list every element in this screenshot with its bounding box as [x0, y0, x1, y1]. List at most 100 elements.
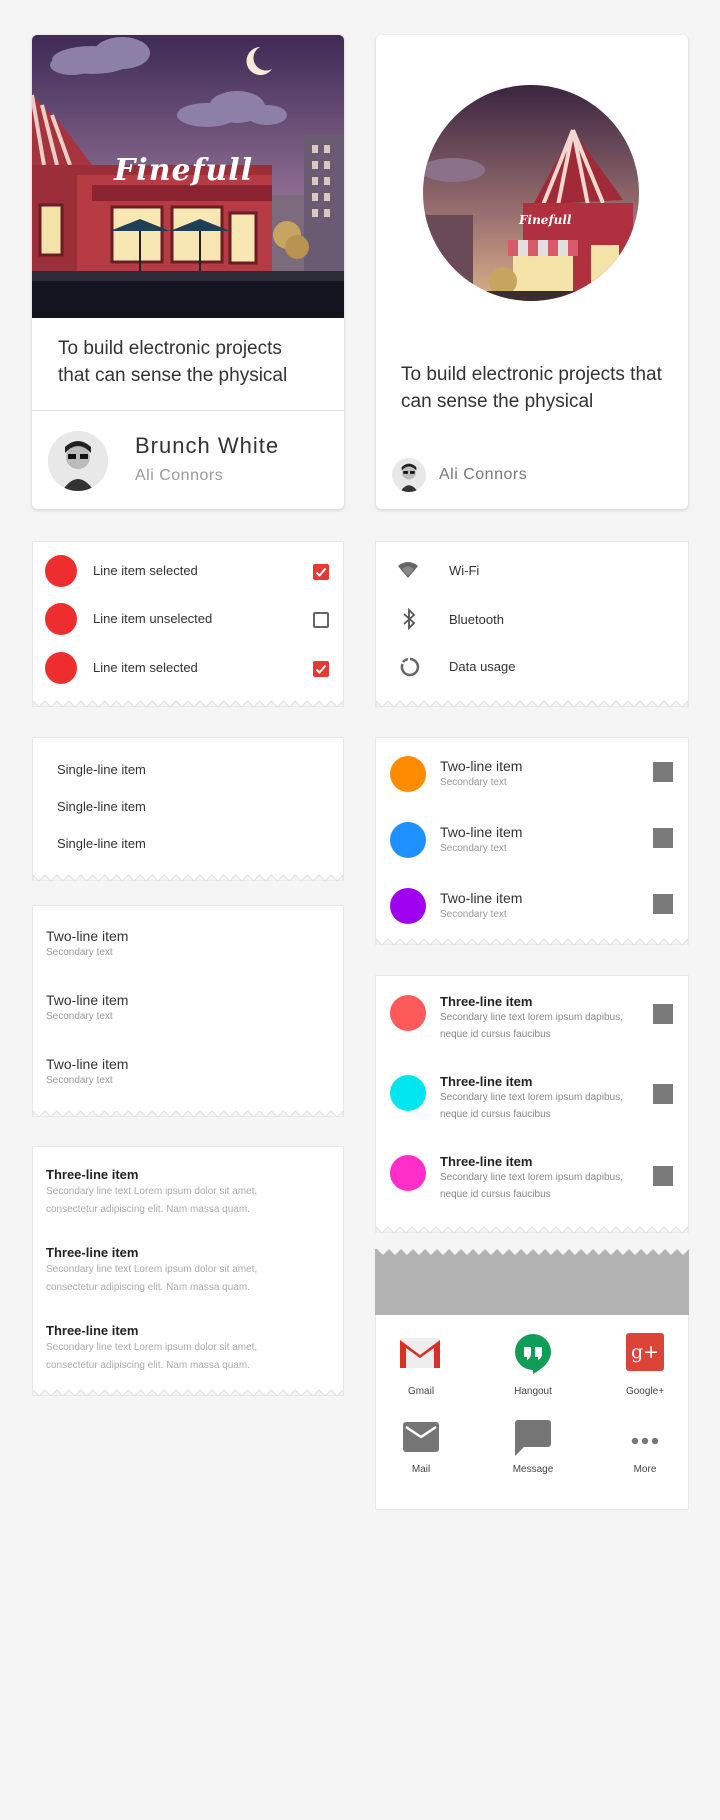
mail-icon [403, 1422, 439, 1457]
list-item[interactable]: Two-line item Secondary text [376, 748, 690, 808]
share-option-more[interactable]: More [600, 1420, 690, 1490]
card-subtitle: Ali Connors [439, 466, 528, 483]
list-item[interactable]: Single-line item [57, 836, 146, 851]
two-line-list: Two-line item Secondary text Two-line it… [32, 905, 344, 1117]
avatar[interactable] [48, 431, 108, 491]
checkbox-checked[interactable] [313, 661, 329, 677]
restaurant-sign: Finefull [114, 153, 254, 188]
avatar-dot [45, 555, 77, 587]
zigzag-edge [33, 871, 343, 881]
list-item-secondary: Secondary text [440, 843, 507, 854]
list-item-secondary: Secondary line text lorem ipsum dapibus, [440, 1012, 623, 1023]
list-item-primary: Two-line item [440, 758, 523, 774]
settings-list: Wi-Fi Bluetooth Data usage [375, 541, 689, 707]
list-item[interactable]: Three-line item Secondary line text Lore… [33, 1245, 345, 1315]
list-item-primary: Three-line item [440, 1154, 533, 1169]
message-icon [515, 1420, 551, 1461]
trailing-square[interactable] [653, 828, 673, 848]
share-option-label: Google+ [625, 1386, 665, 1397]
trailing-square[interactable] [653, 1084, 673, 1104]
list-item-label: Wi-Fi [449, 563, 480, 578]
trailing-square[interactable] [653, 1166, 673, 1186]
list-item-primary: Two-line item [46, 1056, 129, 1072]
avatar-dot [390, 1155, 426, 1191]
list-item-primary: Two-line item [46, 992, 129, 1008]
checkbox-checked[interactable] [313, 564, 329, 580]
restaurant-sign: Finefull [519, 213, 572, 227]
list-item[interactable]: Two-line item Secondary text [376, 814, 690, 874]
list-item[interactable]: Three-line item Secondary line text lore… [376, 1154, 690, 1226]
list-item-secondary: Secondary line text Lorem ipsum dolor si… [46, 1264, 258, 1275]
list-item-wifi[interactable]: Wi-Fi [376, 550, 690, 590]
trailing-square[interactable] [653, 894, 673, 914]
share-sheet-scrim [375, 1245, 689, 1315]
checkbox-unchecked[interactable] [313, 612, 329, 628]
list-item-secondary: Secondary text [46, 947, 113, 958]
gmail-icon [399, 1335, 441, 1374]
list-item[interactable]: Single-line item [57, 762, 146, 777]
two-line-avatar-list: Two-line item Secondary text Two-line it… [375, 737, 689, 945]
share-option-message[interactable]: Message [488, 1420, 578, 1490]
list-item-secondary: consectetur adipiscing elit. Nam massa q… [46, 1204, 250, 1215]
restaurant-card[interactable]: Finefull To build electronic projects th… [32, 35, 344, 509]
list-item-secondary: Secondary line text lorem ipsum dapibus, [440, 1172, 623, 1183]
share-option-label: Mail [411, 1464, 431, 1475]
avatar-dot [390, 822, 426, 858]
three-line-avatar-list: Three-line item Secondary line text lore… [375, 975, 689, 1233]
list-item[interactable]: Three-line item Secondary line text lore… [376, 1074, 690, 1146]
share-option-hangout[interactable]: Hangout [488, 1333, 578, 1403]
list-item[interactable]: Two-line item Secondary text [33, 928, 345, 978]
circle-hero-image: Finefull [423, 85, 639, 301]
list-item-secondary: Secondary text [440, 909, 507, 920]
card-hero-image: Finefull [32, 35, 344, 318]
list-item-secondary: consectetur adipiscing elit. Nam massa q… [46, 1282, 250, 1293]
list-item[interactable]: Three-line item Secondary line text Lore… [33, 1323, 345, 1393]
list-item-label: Line item unselected [93, 611, 213, 626]
single-line-list: Single-line item Single-line item Single… [32, 737, 344, 881]
zigzag-edge [33, 697, 343, 707]
list-item[interactable]: Line item selected [33, 542, 345, 594]
list-item-secondary: neque id cursus faucibus [440, 1109, 551, 1120]
list-item-primary: Three-line item [46, 1245, 139, 1260]
list-item-primary: Two-line item [440, 890, 523, 906]
share-option-label: Hangout [514, 1386, 552, 1397]
list-item-primary: Three-line item [440, 1074, 533, 1089]
zigzag-edge [33, 1386, 343, 1396]
share-option-label: More [633, 1464, 657, 1475]
list-item[interactable]: Three-line item Secondary line text lore… [376, 994, 690, 1066]
list-item-bluetooth[interactable]: Bluetooth [376, 599, 690, 639]
restaurant-card-circle[interactable]: Finefull To build electronic projects th… [376, 35, 688, 509]
card-body-text: To build electronic projects that can se… [401, 364, 662, 412]
share-option-gmail[interactable]: Gmail [376, 1333, 466, 1403]
trailing-square[interactable] [653, 762, 673, 782]
bluetooth-icon [402, 607, 416, 635]
list-item-secondary: Secondary text [440, 777, 507, 788]
zigzag-edge [33, 1107, 343, 1117]
list-item-primary: Three-line item [440, 994, 533, 1009]
list-item-label: Line item selected [93, 660, 198, 675]
list-item[interactable]: Line item unselected [33, 590, 345, 642]
list-item[interactable]: Two-line item Secondary text [33, 1056, 345, 1106]
list-item[interactable]: Line item selected [33, 639, 345, 691]
list-item-secondary: Secondary text [46, 1011, 113, 1022]
list-item-primary: Two-line item [46, 928, 129, 944]
share-option-label: Message [512, 1464, 554, 1475]
list-item[interactable]: Three-line item Secondary line text Lore… [33, 1167, 345, 1237]
avatar-dot [390, 1075, 426, 1111]
zigzag-edge [376, 1223, 688, 1233]
trailing-square[interactable] [653, 1004, 673, 1024]
list-item[interactable]: Two-line item Secondary text [376, 880, 690, 940]
share-option-mail[interactable]: Mail [376, 1420, 466, 1490]
list-item-primary: Two-line item [440, 824, 523, 840]
list-item[interactable]: Single-line item [57, 799, 146, 814]
share-option-google-plus[interactable]: g+ Google+ [600, 1333, 690, 1403]
avatar[interactable] [392, 458, 426, 492]
list-item-data-usage[interactable]: Data usage [376, 646, 690, 686]
list-item-secondary: neque id cursus faucibus [440, 1189, 551, 1200]
list-item[interactable]: Two-line item Secondary text [33, 992, 345, 1042]
checkbox-list: Line item selected Line item unselected … [32, 541, 344, 707]
list-item-secondary: consectetur adipiscing elit. Nam massa q… [46, 1360, 250, 1371]
list-item-secondary: Secondary line text Lorem ipsum dolor si… [46, 1342, 258, 1353]
avatar-dot [390, 756, 426, 792]
list-item-primary: Three-line item [46, 1167, 139, 1182]
